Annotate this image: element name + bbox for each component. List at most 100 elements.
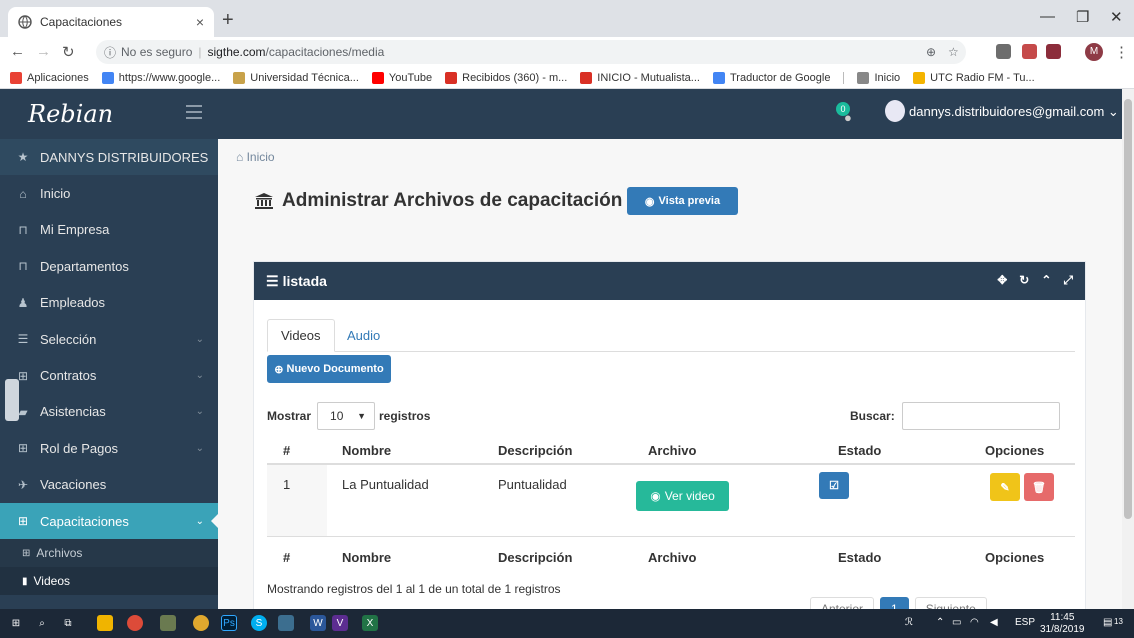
breadcrumb-home[interactable]: Inicio — [247, 150, 275, 164]
page-length-select[interactable]: 10 ▼ — [317, 402, 376, 430]
sidebar-item-icon: ☰ — [17, 332, 29, 347]
close-window-icon[interactable]: ✕ — [1110, 8, 1123, 26]
word-icon[interactable]: W — [310, 615, 326, 631]
sidebar-item-asistencias[interactable]: ▰ Asistencias ⌄ — [0, 394, 218, 430]
prev-page-button[interactable]: Anterior — [810, 597, 875, 609]
search-input[interactable] — [901, 402, 1060, 430]
sidebar-item-contratos[interactable]: ⊞ Contratos ⌄ — [0, 357, 218, 393]
bookmark-item[interactable]: Recibidos (360) - m... — [445, 71, 567, 84]
fullscreen-icon[interactable]: ⤢ — [1063, 273, 1073, 288]
windows-start-icon[interactable]: ⊞ — [8, 615, 24, 631]
sidebar-item-departamentos[interactable]: ⊓ Departamentos — [0, 248, 218, 284]
user-menu[interactable]: dannys.distribuidores@gmail.com ⌄ — [909, 104, 1119, 120]
next-page-button[interactable]: Siguiente — [914, 597, 987, 609]
column-header[interactable]: Archivo — [633, 443, 833, 458]
refresh-icon[interactable]: ↻ — [1019, 273, 1029, 288]
submenu-item-videos[interactable]: ▮ Videos — [0, 567, 218, 596]
browser-tab-strip: Capacitaciones × + — ❐ ✕ — [0, 0, 1134, 37]
submenu-item-archivos[interactable]: ⊞ Archivos — [0, 539, 218, 568]
sidebar-item-icon: ⊞ — [17, 514, 29, 529]
clock[interactable]: 11:45 31/8/2019 — [1040, 612, 1085, 636]
bookmark-item[interactable]: Inicio — [857, 71, 900, 84]
battery-icon[interactable]: ▭ — [952, 617, 961, 628]
chrome-icon[interactable] — [127, 615, 143, 631]
minimize-icon[interactable]: — — [1040, 8, 1055, 25]
tab-close-icon[interactable]: × — [196, 14, 204, 30]
sidebar-item-empleados[interactable]: ♟ Empleados — [0, 285, 218, 321]
back-icon[interactable]: ← — [10, 43, 25, 60]
bookmark-item[interactable]: INICIO - Mutualista... — [580, 71, 700, 84]
view-video-button[interactable]: ◉ Ver video — [636, 481, 729, 511]
extension-icon[interactable] — [1046, 44, 1061, 59]
wifi-icon[interactable]: ◠ — [970, 617, 979, 628]
top-navbar: 0 ● dannys.distribuidores@gmail.com ⌄ — [218, 89, 1122, 139]
side-panel-handle[interactable] — [5, 379, 19, 421]
action-center-count: 13 — [1114, 617, 1123, 626]
sidebar-item-vacaciones[interactable]: ✈ Vacaciones — [0, 467, 218, 503]
avatar[interactable] — [885, 100, 905, 122]
app-icon[interactable] — [193, 615, 209, 631]
menu-icon[interactable]: ⋮ — [1114, 43, 1129, 61]
profile-avatar[interactable]: M — [1085, 43, 1103, 61]
bookmark-item[interactable]: YouTube — [371, 71, 432, 84]
tab-videos[interactable]: Videos — [267, 319, 335, 352]
bookmark-item[interactable]: Universidad Técnica... — [233, 71, 359, 84]
new-tab-button[interactable]: + — [222, 9, 234, 32]
sidebar-item-rol-de-pagos[interactable]: ⊞ Rol de Pagos ⌄ — [0, 430, 218, 466]
action-center-icon[interactable]: ▤ — [1103, 617, 1112, 628]
browser-tab[interactable]: Capacitaciones × — [8, 7, 214, 37]
sidebar-item-capacitaciones[interactable]: ⊞ Capacitaciones ⌄ — [0, 502, 219, 540]
database-app-icon[interactable] — [278, 615, 294, 631]
scrollbar-thumb[interactable] — [1124, 99, 1132, 519]
reload-icon[interactable]: ↻ — [62, 43, 75, 61]
volume-icon[interactable]: ◀ — [990, 617, 998, 628]
hamburger-icon[interactable] — [186, 105, 202, 119]
edit-button[interactable]: ✎ — [990, 473, 1020, 501]
tray-chevron-icon[interactable]: ⌃ — [936, 617, 944, 628]
notifications-button[interactable]: 0 ● — [836, 102, 858, 125]
skype-icon[interactable]: S — [251, 615, 267, 631]
page-scrollbar[interactable] — [1122, 89, 1134, 609]
app-icon[interactable] — [160, 615, 176, 631]
status-toggle-button[interactable]: ☑ — [819, 472, 849, 499]
column-header[interactable]: # — [267, 443, 327, 458]
bookmark-item[interactable]: https://www.google... — [101, 71, 220, 84]
column-header[interactable]: Nombre — [327, 443, 483, 458]
file-explorer-icon[interactable] — [97, 615, 113, 631]
move-icon[interactable]: ✥ — [997, 273, 1007, 288]
excel-icon[interactable]: X — [362, 615, 378, 631]
column-header[interactable]: Opciones — [945, 443, 1075, 458]
bookmark-item[interactable]: Traductor de Google — [712, 71, 830, 84]
delete-button[interactable]: 🗑 — [1024, 473, 1054, 501]
extension-pdf-icon[interactable] — [1022, 44, 1037, 59]
photoshop-icon[interactable]: Ps — [221, 615, 237, 631]
chevron-down-icon: ⌄ — [195, 442, 204, 454]
language-indicator[interactable]: ESP — [1015, 617, 1035, 628]
zoom-icon[interactable]: ⊕ — [926, 45, 936, 59]
new-document-button[interactable]: ⊕ Nuevo Documento — [267, 355, 391, 383]
sidebar-item-selecci-n[interactable]: ☰ Selección ⌄ — [0, 321, 218, 357]
forward-icon[interactable]: → — [36, 43, 51, 60]
task-view-icon[interactable]: ⧉ — [60, 615, 76, 631]
collapse-icon[interactable]: ⌃ — [1041, 273, 1051, 288]
extension-icon[interactable] — [996, 44, 1011, 59]
bookmark-item[interactable]: UTC Radio FM - Tu... — [913, 71, 1035, 84]
chevron-down-icon: ▼ — [357, 411, 367, 421]
brand-logo[interactable]: Rebian — [0, 89, 218, 139]
page-1-button[interactable]: 1 — [880, 597, 909, 609]
column-header[interactable]: Descripción — [483, 443, 633, 458]
url-field[interactable]: ⓘ No es seguro | sigthe.com /capacitacio… — [96, 40, 966, 64]
preview-button[interactable]: ◉ Vista previa — [627, 187, 738, 215]
bookmark-item[interactable]: Aplicaciones — [10, 71, 89, 84]
restore-icon[interactable]: ❐ — [1076, 8, 1089, 26]
info-icon[interactable]: ⓘ — [104, 44, 116, 61]
column-header[interactable]: Estado — [833, 443, 945, 458]
sidebar-item-inicio[interactable]: ⌂ Inicio — [0, 175, 218, 211]
visio-icon[interactable]: V — [332, 615, 348, 631]
sidebar-item-dannys-distribuidores[interactable]: ★ DANNYS DISTRIBUIDORES — [0, 139, 218, 176]
tab-audio[interactable]: Audio — [334, 319, 393, 352]
search-icon[interactable]: ⌕ — [34, 615, 50, 631]
sidebar-item-mi-empresa[interactable]: ⊓ Mi Empresa — [0, 212, 218, 248]
people-icon[interactable]: ℛ — [905, 617, 913, 628]
star-icon[interactable]: ☆ — [948, 45, 959, 59]
